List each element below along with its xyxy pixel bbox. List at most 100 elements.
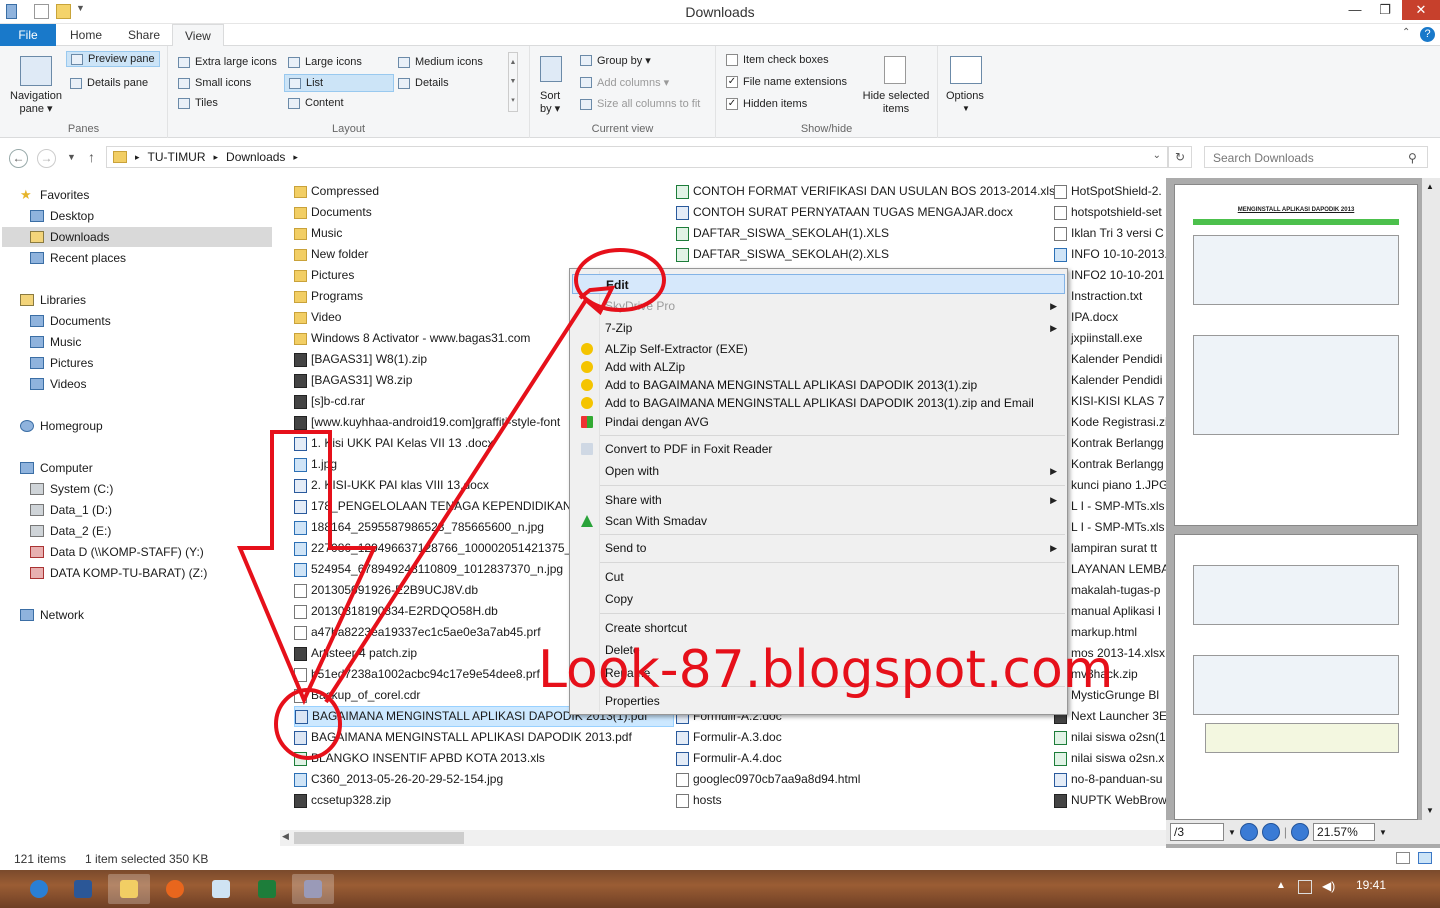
layout-large-icons[interactable]: Large icons	[288, 56, 362, 68]
list-item[interactable]: nilai siswa o2sn.x	[1054, 748, 1166, 769]
menu-convert-foxit[interactable]: Convert to PDF in Foxit Reader	[572, 439, 1065, 459]
menu-7zip[interactable]: 7-Zip ▶	[572, 318, 1065, 338]
taskbar-foxit[interactable]	[292, 874, 334, 904]
zoom-dropdown-icon[interactable]: ▼	[1379, 828, 1387, 837]
list-item[interactable]: KISI-KISI KLAS 7 I	[1054, 391, 1166, 412]
list-item[interactable]: jxpiinstall.exe	[1054, 328, 1166, 349]
list-item[interactable]: Music	[294, 223, 674, 244]
list-item[interactable]: hotspotshield-set	[1054, 202, 1166, 223]
list-item[interactable]: Kalender Pendidi	[1054, 349, 1166, 370]
breadcrumb-downloads[interactable]: Downloads	[226, 150, 285, 164]
list-item[interactable]: Compressed	[294, 181, 674, 202]
list-item[interactable]: Kontrak Berlangg	[1054, 433, 1166, 454]
large-icons-view-icon[interactable]	[1418, 852, 1432, 864]
details-view-icon[interactable]	[1396, 852, 1410, 864]
list-item[interactable]: makalah-tugas-p	[1054, 580, 1166, 601]
list-item[interactable]: LAYANAN LEMBA	[1054, 559, 1166, 580]
close-button[interactable]: ✕	[1402, 0, 1440, 20]
address-dropdown-icon[interactable]: ⌄	[1153, 150, 1161, 161]
group-by-button[interactable]: Group by ▾	[580, 54, 651, 67]
list-item[interactable]: manual Aplikasi I	[1054, 601, 1166, 622]
list-item[interactable]: lampiran surat tt	[1054, 538, 1166, 559]
taskbar-ie[interactable]	[18, 874, 60, 904]
taskbar-notepad[interactable]	[200, 874, 242, 904]
collapse-ribbon-icon[interactable]: ⌃	[1402, 27, 1410, 38]
nav-videos[interactable]: Videos	[30, 374, 86, 394]
list-item[interactable]: googlec0970cb7aa9a8d94.html	[676, 769, 1046, 790]
layout-tiles[interactable]: Tiles	[178, 97, 218, 109]
menu-share-with[interactable]: Share with ▶	[572, 490, 1065, 510]
add-columns-button[interactable]: Add columns ▾	[580, 76, 669, 89]
list-item[interactable]: DAFTAR_SISWA_SEKOLAH(2).XLS	[676, 244, 1046, 265]
list-item[interactable]: BLANGKO INSENTIF APBD KOTA 2013.xls	[294, 748, 674, 769]
tab-file[interactable]: File	[0, 24, 56, 46]
tab-view[interactable]: View	[172, 24, 224, 47]
page-dropdown-icon[interactable]: ▼	[1228, 828, 1236, 837]
page-number-field[interactable]: /3	[1170, 823, 1224, 841]
size-all-columns-button[interactable]: Size all columns to fit	[580, 98, 700, 110]
nav-recent-places[interactable]: Recent places	[30, 248, 126, 268]
address-box[interactable]: ▸ TU-TIMUR ▸ Downloads ▸ ⌄	[106, 146, 1168, 168]
maximize-button[interactable]: ❐	[1370, 0, 1400, 20]
menu-add-to-zip[interactable]: Add to BAGAIMANA MENGINSTALL APLIKASI DA…	[572, 375, 1065, 395]
nav-drive-d[interactable]: Data_1 (D:)	[30, 500, 112, 520]
hidden-items[interactable]: ✓ Hidden items	[726, 98, 807, 110]
menu-add-to-zip-email[interactable]: Add to BAGAIMANA MENGINSTALL APLIKASI DA…	[572, 393, 1065, 413]
nav-desktop[interactable]: Desktop	[30, 206, 94, 226]
tab-share[interactable]: Share	[116, 24, 172, 46]
taskbar-word[interactable]	[62, 874, 104, 904]
list-item[interactable]: nilai siswa o2sn(1	[1054, 727, 1166, 748]
nav-drive-y[interactable]: Data D (\\KOMP-STAFF) (Y:)	[30, 542, 204, 562]
search-input[interactable]: Search Downloads	[1204, 146, 1428, 168]
last-page-icon[interactable]	[1261, 823, 1280, 841]
menu-edit[interactable]: Edit	[572, 274, 1065, 294]
refresh-icon[interactable]: ↻	[1168, 146, 1192, 168]
list-item[interactable]: CONTOH FORMAT VERIFIKASI DAN USULAN BOS …	[676, 181, 1061, 202]
nav-drive-z[interactable]: DATA KOMP-TU-BARAT) (Z:)	[30, 563, 207, 583]
file-name-extensions-checkbox[interactable]: ✓	[726, 76, 738, 88]
taskbar-firefox[interactable]	[154, 874, 196, 904]
list-item[interactable]: Instraction.txt	[1054, 286, 1166, 307]
list-item[interactable]: Formulir-A.4.doc	[676, 748, 1046, 769]
network-tray-icon[interactable]	[1298, 880, 1312, 894]
list-item[interactable]: INFO2 10-10-201	[1054, 265, 1166, 286]
list-item[interactable]: CONTOH SURAT PERNYATAAN TUGAS MENGAJAR.d…	[676, 202, 1046, 223]
scroll-down-icon[interactable]: ▼	[1426, 806, 1434, 815]
sort-by-button[interactable]: Sort by ▾	[540, 90, 570, 116]
preview-scrollbar[interactable]: ▲ ▼	[1422, 178, 1440, 820]
show-hidden-icons-icon[interactable]: ▲	[1276, 880, 1286, 891]
nav-homegroup[interactable]: Homegroup	[20, 416, 103, 436]
item-check-boxes[interactable]: Item check boxes	[726, 54, 829, 66]
next-page-icon[interactable]	[1239, 823, 1258, 841]
menu-send-to[interactable]: Send to ▶	[572, 538, 1065, 558]
list-item[interactable]: BAGAIMANA MENGINSTALL APLIKASI DAPODIK 2…	[294, 727, 674, 748]
list-item[interactable]: Kalender Pendidi	[1054, 370, 1166, 391]
list-item[interactable]: IPA.docx	[1054, 307, 1166, 328]
nav-favorites[interactable]: ★ Favorites	[20, 185, 89, 205]
item-check-boxes-checkbox[interactable]	[726, 54, 738, 66]
nav-documents[interactable]: Documents	[30, 311, 111, 331]
layout-details[interactable]: Details	[398, 77, 449, 89]
zoom-field[interactable]: 21.57%	[1313, 823, 1376, 841]
nav-drive-c[interactable]: System (C:)	[30, 479, 113, 499]
list-item[interactable]: hosts	[676, 790, 1046, 811]
list-item[interactable]: L I - SMP-MTs.xls	[1054, 517, 1166, 538]
layout-content[interactable]: Content	[288, 97, 344, 109]
up-arrow-icon[interactable]: ↑	[88, 149, 95, 165]
list-item[interactable]: Kontrak Berlangg	[1054, 454, 1166, 475]
hidden-items-checkbox[interactable]: ✓	[726, 98, 738, 110]
list-item[interactable]: Formulir-A.3.doc	[676, 727, 1046, 748]
list-item[interactable]: Iklan Tri 3 versi C	[1054, 223, 1166, 244]
list-item[interactable]: Documents	[294, 202, 674, 223]
list-item[interactable]: no-8-panduan-su	[1054, 769, 1166, 790]
menu-add-with-alzip[interactable]: Add with ALZip	[572, 357, 1065, 377]
list-item[interactable]: ccsetup328.zip	[294, 790, 674, 811]
list-item[interactable]: New folder	[294, 244, 674, 265]
nav-drive-e[interactable]: Data_2 (E:)	[30, 521, 111, 541]
recent-locations-icon[interactable]: ▼	[67, 152, 76, 162]
minimize-button[interactable]: —	[1340, 0, 1370, 20]
menu-cut[interactable]: Cut	[572, 567, 1065, 587]
chevron-right-icon[interactable]: ▸	[214, 152, 219, 163]
layout-small-icons[interactable]: Small icons	[178, 77, 251, 89]
nav-libraries[interactable]: Libraries	[20, 290, 86, 310]
